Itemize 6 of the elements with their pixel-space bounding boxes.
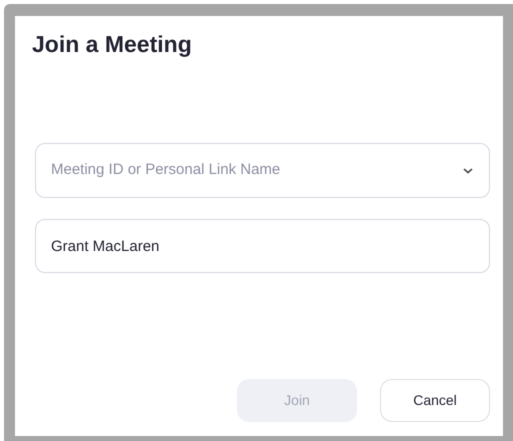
cancel-button[interactable]: Cancel: [380, 379, 490, 422]
name-field[interactable]: Grant MacLaren: [35, 219, 490, 273]
dialog-title: Join a Meeting: [32, 30, 192, 58]
meeting-id-field[interactable]: Meeting ID or Personal Link Name: [35, 143, 490, 198]
chevron-down-icon[interactable]: [463, 168, 473, 174]
meeting-id-input[interactable]: Meeting ID or Personal Link Name: [51, 159, 463, 182]
